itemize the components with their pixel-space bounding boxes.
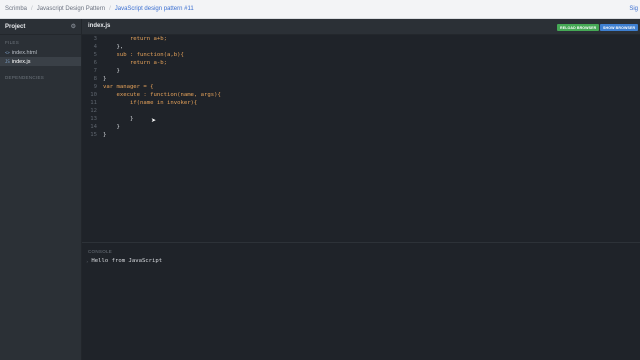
show-browser-button[interactable]: SHOW BROWSER bbox=[600, 24, 639, 31]
chevron-right-icon: › bbox=[86, 258, 89, 264]
reload-browser-button[interactable]: RELOAD BROWSER bbox=[557, 24, 600, 31]
file-name: index.html bbox=[11, 49, 37, 56]
breadcrumb-item-current[interactable]: JavaScript design pattern #11 bbox=[115, 6, 194, 12]
breadcrumb-item-scrimba[interactable]: Scrimba bbox=[5, 6, 27, 12]
code-line: 6 return a-b; bbox=[82, 59, 640, 67]
breadcrumb-item-course[interactable]: Javascript Design Pattern bbox=[37, 6, 105, 12]
breadcrumb: Scrimba / Javascript Design Pattern / Ja… bbox=[0, 0, 640, 19]
tab-index-js[interactable]: index.js bbox=[88, 23, 110, 29]
file-name: index.js bbox=[11, 58, 31, 65]
console-panel: CONSOLE › Hello from JavaScript bbox=[82, 242, 640, 360]
file-icon: <> bbox=[5, 50, 10, 55]
console-title: CONSOLE bbox=[88, 249, 113, 254]
line-number: 3 bbox=[93, 36, 97, 42]
editor-header: index.js RELOAD BROWSER SHOW BROWSER bbox=[82, 19, 640, 35]
code-line: 3 return a+b; bbox=[82, 35, 640, 43]
code-text: if(name in invoker){ bbox=[103, 100, 198, 106]
project-title: Project bbox=[5, 23, 26, 30]
code-line: 10 execute : function(name, args){ bbox=[82, 91, 640, 99]
code-line: 11 if(name in invoker){ bbox=[82, 99, 640, 107]
console-output: Hello from JavaScript bbox=[91, 258, 163, 264]
code-text: execute : function(name, args){ bbox=[103, 92, 221, 98]
line-number: 9 bbox=[93, 84, 97, 90]
project-header: Project ⚙ bbox=[0, 19, 81, 35]
code-text: } bbox=[103, 132, 107, 138]
code-text: } bbox=[103, 76, 107, 82]
breadcrumb-separator: / bbox=[109, 6, 111, 12]
gear-icon[interactable]: ⚙ bbox=[71, 23, 76, 30]
code-line: 15 } bbox=[82, 131, 640, 139]
code-text: }, bbox=[103, 44, 124, 50]
code-line: 14 } bbox=[82, 123, 640, 131]
project-sidebar: Project ⚙ FILES <> index.html JS index.j… bbox=[0, 19, 82, 360]
breadcrumb-separator: / bbox=[31, 6, 33, 12]
code-text: return a+b; bbox=[103, 36, 167, 42]
file-item-index-js[interactable]: JS index.js bbox=[0, 57, 81, 66]
code-text: sub : function(a,b){ bbox=[103, 52, 184, 58]
line-number: 12 bbox=[90, 108, 97, 114]
code-text: } bbox=[103, 68, 120, 74]
dependencies-section-header[interactable]: DEPENDENCIES bbox=[0, 66, 81, 83]
line-number: 10 bbox=[90, 92, 97, 98]
code-text: var manager = { bbox=[103, 84, 154, 90]
code-line: 12 bbox=[82, 107, 640, 115]
code-editor[interactable]: 3 return a+b; 4 }, 5 sub : function(a,b)… bbox=[82, 35, 640, 242]
line-number: 8 bbox=[93, 76, 97, 82]
console-log-line: › Hello from JavaScript bbox=[86, 258, 162, 264]
sign-in-link[interactable]: Sig bbox=[629, 6, 638, 12]
code-line: 7 } bbox=[82, 67, 640, 75]
code-line: 4 }, bbox=[82, 43, 640, 51]
code-line: 5 sub : function(a,b){ bbox=[82, 51, 640, 59]
code-line: 13 } bbox=[82, 115, 640, 123]
file-icon: JS bbox=[5, 59, 10, 64]
mouse-cursor-icon: ➤ bbox=[151, 118, 157, 124]
line-number: 7 bbox=[93, 68, 97, 74]
file-item-index-html[interactable]: <> index.html bbox=[0, 48, 81, 57]
files-section-header: FILES bbox=[5, 40, 20, 45]
code-text: } bbox=[103, 116, 134, 122]
line-number: 6 bbox=[93, 60, 97, 66]
code-text: return a-b; bbox=[103, 60, 167, 66]
code-line: 9 var manager = { bbox=[82, 83, 640, 91]
line-number: 14 bbox=[90, 124, 97, 130]
code-line: 8 } bbox=[82, 75, 640, 83]
line-number: 4 bbox=[93, 44, 97, 50]
line-number: 15 bbox=[90, 132, 97, 138]
line-number: 5 bbox=[93, 52, 97, 58]
line-number: 13 bbox=[90, 116, 97, 122]
line-number: 11 bbox=[90, 100, 97, 106]
code-text: } bbox=[103, 124, 120, 130]
